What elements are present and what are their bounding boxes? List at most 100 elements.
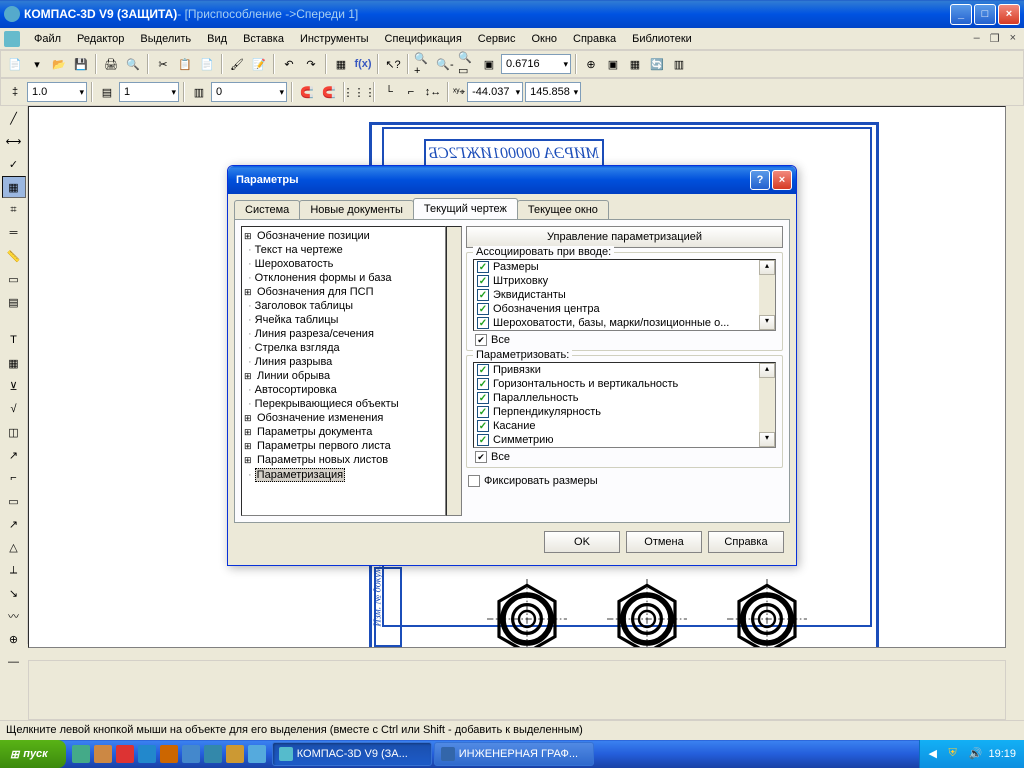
- cut-line-icon[interactable]: ⟂: [2, 559, 26, 581]
- measure-tool-icon[interactable]: 📏: [2, 245, 26, 267]
- magnet-off-icon[interactable]: 🧲: [319, 82, 339, 102]
- redo-button[interactable]: ↷: [301, 54, 321, 74]
- tree-node[interactable]: Отклонения формы и база: [244, 271, 443, 285]
- arrow-icon[interactable]: ↘: [2, 582, 26, 604]
- tree-node[interactable]: Автосортировка: [244, 383, 443, 397]
- select-tool-icon[interactable]: ▭: [2, 268, 26, 290]
- checklist-item[interactable]: ✓Параллельность: [474, 391, 759, 405]
- dimension-tool-icon[interactable]: ⟷: [2, 130, 26, 152]
- menu-file[interactable]: Файл: [26, 31, 69, 47]
- paste-button[interactable]: 📄: [197, 54, 217, 74]
- fx-button[interactable]: f(x): [353, 54, 373, 74]
- tree-node[interactable]: Параметризация: [244, 467, 443, 483]
- change-icon[interactable]: △: [2, 536, 26, 558]
- tree-node[interactable]: Заголовок таблицы: [244, 299, 443, 313]
- tree-node[interactable]: Параметры первого листа: [244, 439, 443, 453]
- preview-button[interactable]: 🔍: [123, 54, 143, 74]
- ql-icon[interactable]: [116, 745, 134, 763]
- view-combo[interactable]: 0: [211, 82, 287, 102]
- app-menu-icon[interactable]: [4, 31, 20, 47]
- coord-y-field[interactable]: 145.858: [525, 82, 581, 102]
- checklist-item[interactable]: ✓Касание: [474, 419, 759, 433]
- brush-icon[interactable]: 🖌: [227, 54, 247, 74]
- orbit-button[interactable]: 🔄: [647, 54, 667, 74]
- menu-select[interactable]: Выделить: [132, 31, 199, 47]
- checklist-item[interactable]: ✓Эквидистанты: [474, 288, 759, 302]
- parametrize-all-checkbox[interactable]: ✔Все: [473, 448, 776, 463]
- menu-insert[interactable]: Вставка: [235, 31, 292, 47]
- zoom-combo[interactable]: 0.6716: [501, 54, 571, 74]
- tab-system[interactable]: Система: [234, 200, 300, 219]
- associate-all-checkbox[interactable]: ✔Все: [473, 331, 776, 346]
- checklist-item[interactable]: ✓Горизонтальность и вертикальность: [474, 377, 759, 391]
- tree-node[interactable]: Стрелка взгляда: [244, 341, 443, 355]
- leader-icon[interactable]: ↗: [2, 444, 26, 466]
- tree-node[interactable]: Параметры документа: [244, 425, 443, 439]
- shield-icon[interactable]: ⛨: [948, 747, 962, 761]
- tab-current-drawing[interactable]: Текущий чертеж: [413, 198, 518, 219]
- ql-icon[interactable]: [226, 745, 244, 763]
- save-button[interactable]: 💾: [71, 54, 91, 74]
- menu-spec[interactable]: Спецификация: [377, 31, 470, 47]
- views-button[interactable]: ▥: [669, 54, 689, 74]
- tree-node[interactable]: Линии обрыва: [244, 369, 443, 383]
- copy-button[interactable]: 📋: [175, 54, 195, 74]
- scroll-up-icon[interactable]: ▴: [759, 363, 775, 378]
- snap-icon[interactable]: ‡: [5, 82, 25, 102]
- open-button[interactable]: 📂: [49, 54, 69, 74]
- coord-x-field[interactable]: -44.037: [467, 82, 523, 102]
- checklist-item[interactable]: ✓Шероховатости, базы, марки/позиционные …: [474, 316, 759, 330]
- close-button[interactable]: ×: [998, 4, 1020, 25]
- layer-combo[interactable]: 1: [119, 82, 179, 102]
- tree-node[interactable]: Перекрывающиеся объекты: [244, 397, 443, 411]
- pos-icon[interactable]: ↗: [2, 513, 26, 535]
- wavy-icon[interactable]: 〰: [2, 605, 26, 627]
- round-icon[interactable]: ⌐: [401, 82, 421, 102]
- checklist-item[interactable]: ✓Штриховку: [474, 274, 759, 288]
- tree-node[interactable]: Обозначения для ПСП: [244, 285, 443, 299]
- start-button[interactable]: ⊞пуск: [0, 740, 66, 768]
- menu-editor[interactable]: Редактор: [69, 31, 132, 47]
- menu-libraries[interactable]: Библиотеки: [624, 31, 700, 47]
- tray-icon[interactable]: 🔊: [968, 747, 982, 761]
- system-tray[interactable]: ◀ ⛨ 🔊 19:19: [919, 740, 1024, 768]
- tree-node[interactable]: Шероховатость: [244, 257, 443, 271]
- tolerance-icon[interactable]: ◫: [2, 421, 26, 443]
- associate-checklist[interactable]: ✓Размеры✓Штриховку✓Эквидистанты✓Обозначе…: [473, 259, 776, 331]
- tray-icon[interactable]: ◀: [928, 747, 942, 761]
- table-tool-icon[interactable]: ▦: [2, 352, 26, 374]
- ortho-icon[interactable]: └: [379, 82, 399, 102]
- properties-button[interactable]: 📝: [249, 54, 269, 74]
- zoom-window-button[interactable]: 🔍▭: [457, 54, 477, 74]
- tree-node[interactable]: Линия разреза/сечения: [244, 327, 443, 341]
- brand-icon[interactable]: ▭: [2, 490, 26, 512]
- base-tool-icon[interactable]: ⊻: [2, 375, 26, 397]
- layers-icon[interactable]: ▤: [97, 82, 117, 102]
- ql-icon[interactable]: [248, 745, 266, 763]
- checklist-item[interactable]: ✓Размеры: [474, 260, 759, 274]
- tree-node[interactable]: Обозначение позиции: [244, 229, 443, 243]
- menu-tools[interactable]: Инструменты: [292, 31, 377, 47]
- center-icon[interactable]: ⊕: [2, 628, 26, 650]
- parametrization-heading-button[interactable]: Управление параметризацией: [466, 226, 783, 248]
- menu-service[interactable]: Сервис: [470, 31, 524, 47]
- tree-node[interactable]: Ячейка таблицы: [244, 313, 443, 327]
- tree-scrollbar[interactable]: [446, 226, 462, 516]
- cursor-icon[interactable]: ↖?: [383, 54, 403, 74]
- undo-button[interactable]: ↶: [279, 54, 299, 74]
- zoom-out-button[interactable]: 🔍-: [435, 54, 455, 74]
- edit-tool-icon[interactable]: ⌗: [2, 199, 26, 221]
- ql-icon[interactable]: [138, 745, 156, 763]
- tree-node[interactable]: Линия разрыва: [244, 355, 443, 369]
- ql-icon[interactable]: [94, 745, 112, 763]
- scroll-down-icon[interactable]: ▾: [759, 432, 775, 447]
- line-tool-icon[interactable]: ╱: [2, 107, 26, 129]
- tab-new-docs[interactable]: Новые документы: [299, 200, 414, 219]
- tree-node[interactable]: Параметры новых листов: [244, 453, 443, 467]
- help-button[interactable]: Справка: [708, 531, 784, 553]
- task-word[interactable]: ИНЖЕНЕРНАЯ ГРАФ...: [434, 742, 594, 766]
- minimize-button[interactable]: _: [950, 4, 972, 25]
- magnet-on-icon[interactable]: 🧲: [297, 82, 317, 102]
- axis-icon[interactable]: —: [2, 651, 26, 673]
- lineweight-combo[interactable]: 1.0: [27, 82, 87, 102]
